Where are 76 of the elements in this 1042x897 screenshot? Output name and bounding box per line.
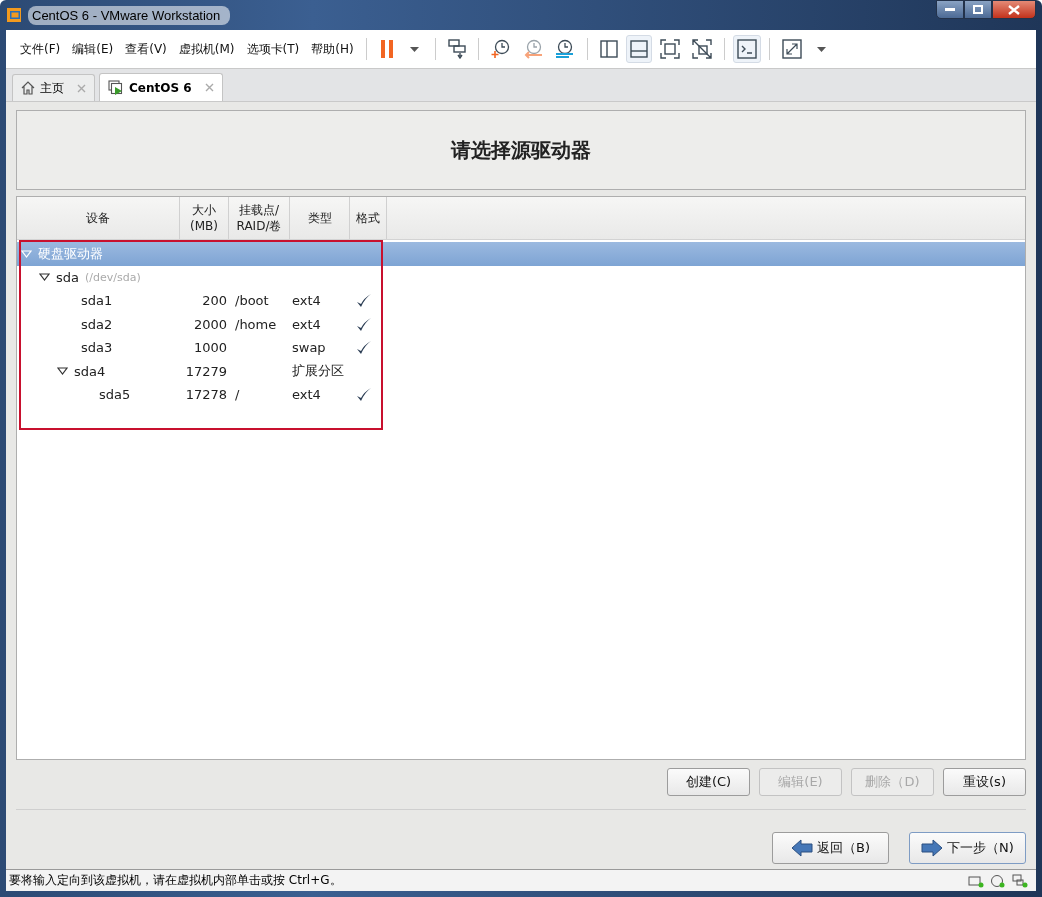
filesystem-type: ext4 [292,293,321,309]
crossed-window-icon [691,39,712,59]
filesystem-type: swap [292,340,326,356]
size-value: 1000 [193,340,227,356]
clock-wrench-icon [554,39,575,59]
maximize-button[interactable] [964,0,992,19]
tree-row[interactable]: sda4 17279 扩展分区 [17,359,1025,383]
filesystem-type: 扩展分区 [292,363,344,379]
column-header[interactable]: 类型 [290,197,350,239]
toolbar-button[interactable] [625,35,652,63]
clock-arrow-icon [522,39,543,59]
action-button[interactable]: 重设(s) [943,768,1026,796]
size-value: 200 [202,293,227,309]
pause-icon [379,40,394,58]
expand-arrows-icon [781,39,802,59]
network-status-icon[interactable] [1012,873,1028,888]
caret-icon [410,46,420,52]
size-value: 2000 [193,316,227,332]
tree-row[interactable]: sda1 200 /boot ext4 [17,289,1025,313]
column-header[interactable]: 大小 (MB) [180,197,229,239]
menu-item[interactable]: 帮助(H) [305,40,360,58]
filesystem-type: ext4 [292,387,321,403]
maximize-icon [973,5,983,14]
minimize-button[interactable] [936,0,964,19]
filesystem-type: ext4 [292,316,321,332]
sidebar-icon [599,40,618,58]
tab[interactable]: 主页 [12,74,95,101]
expanded-triangle-icon[interactable] [39,273,50,282]
next-button[interactable]: 下一步（N) [909,832,1026,864]
terminal-icon [736,39,757,59]
close-button[interactable] [992,0,1036,19]
menu-item[interactable]: 文件(F) [14,40,67,58]
device-name: sda2 [81,316,113,332]
minimize-icon [945,8,955,11]
expanded-triangle-icon[interactable] [57,367,68,376]
tree-row[interactable]: sda5 17278 / ext4 [17,383,1025,407]
menu-item[interactable]: 选项卡(T) [240,40,306,58]
thumbnail-bar-icon [629,40,648,58]
menu-item[interactable]: 查看(V) [119,40,173,58]
home-icon [21,81,35,95]
menu-item[interactable]: 编辑(E) [66,40,120,58]
right-arrow-icon [921,839,944,857]
cd-status-icon[interactable] [990,873,1006,888]
size-value: 17279 [185,363,227,379]
app-logo-icon [6,7,22,23]
caret-icon [817,46,827,52]
page-heading: 请选择源驱动器 [451,136,591,164]
column-header[interactable]: 格式 [350,197,387,239]
device-name: sda [56,269,79,285]
mount-point: / [235,387,240,403]
column-header[interactable]: 挂载点/ RAID/卷 [229,197,290,239]
size-value: 17278 [185,387,227,403]
device-name: sda5 [99,387,131,403]
left-arrow-icon [791,839,813,857]
back-button[interactable]: 返回（B) [772,832,889,864]
clock-plus-icon [490,39,511,59]
device-name: sda3 [81,340,113,356]
tree-row[interactable]: sda2 2000 /home ext4 [17,312,1025,336]
toolbar-button[interactable] [732,35,761,63]
menu-item[interactable]: 虚拟机(M) [172,40,241,58]
device-path: (/dev/sda) [85,270,141,284]
tab[interactable]: CentOS 6 [99,73,223,101]
vm-play-icon [108,79,124,96]
tree-row[interactable]: sda3 1000 swap [17,336,1025,360]
mount-point: /boot [235,293,269,309]
device-name: sda4 [74,363,106,379]
close-icon [1008,4,1020,15]
device-name: sda1 [81,293,113,309]
column-header[interactable]: 设备 [17,197,180,239]
fullscreen-icon [659,39,680,59]
device-name: 硬盘驱动器 [38,244,103,263]
status-message: 要将输入定向到该虚拟机，请在虚拟机内部单击或按 Ctrl+G。 [9,872,342,889]
tree-row[interactable]: sda (/dev/sda) [17,265,1025,289]
action-button[interactable]: 创建(C) [667,768,750,796]
window-title: CentOS 6 - VMware Workstation [28,5,231,25]
mount-point: /home [235,316,277,332]
